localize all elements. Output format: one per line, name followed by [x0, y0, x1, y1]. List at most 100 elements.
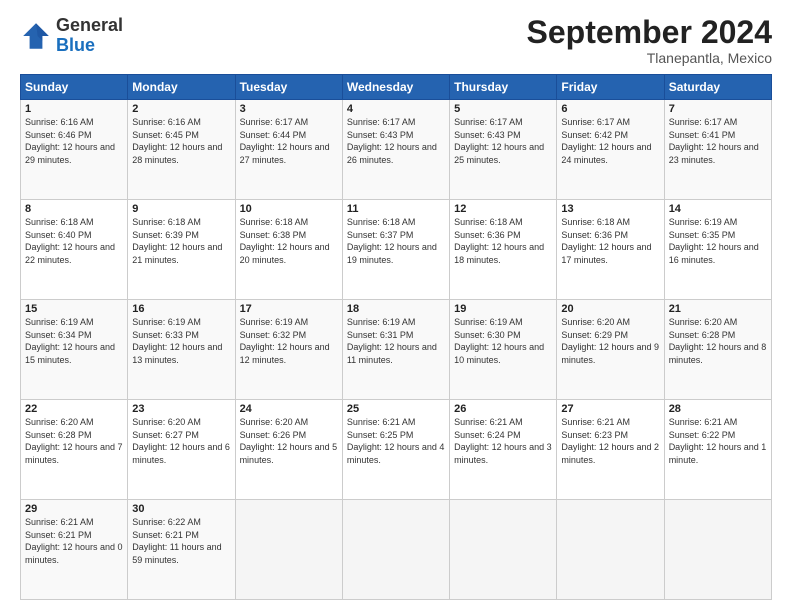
- day-detail: Sunrise: 6:18 AMSunset: 6:37 PMDaylight:…: [347, 217, 437, 265]
- day-number: 15: [25, 303, 123, 315]
- empty-cell: [342, 500, 449, 600]
- day-cell-9: 9 Sunrise: 6:18 AMSunset: 6:39 PMDayligh…: [128, 200, 235, 300]
- header: General Blue September 2024 Tlanepantla,…: [20, 16, 772, 66]
- day-cell-10: 10 Sunrise: 6:18 AMSunset: 6:38 PMDaylig…: [235, 200, 342, 300]
- day-detail: Sunrise: 6:19 AMSunset: 6:30 PMDaylight:…: [454, 317, 544, 365]
- day-number: 30: [132, 503, 230, 515]
- col-header-friday: Friday: [557, 75, 664, 100]
- logo-blue: Blue: [56, 35, 95, 55]
- day-detail: Sunrise: 6:19 AMSunset: 6:33 PMDaylight:…: [132, 317, 222, 365]
- day-number: 7: [669, 103, 767, 115]
- day-detail: Sunrise: 6:17 AMSunset: 6:44 PMDaylight:…: [240, 117, 330, 165]
- col-header-sunday: Sunday: [21, 75, 128, 100]
- logo-text: General Blue: [56, 16, 123, 56]
- empty-cell: [664, 500, 771, 600]
- header-row: SundayMondayTuesdayWednesdayThursdayFrid…: [21, 75, 772, 100]
- day-cell-5: 5 Sunrise: 6:17 AMSunset: 6:43 PMDayligh…: [450, 100, 557, 200]
- day-number: 13: [561, 203, 659, 215]
- day-number: 20: [561, 303, 659, 315]
- week-row-1: 1 Sunrise: 6:16 AMSunset: 6:46 PMDayligh…: [21, 100, 772, 200]
- day-number: 18: [347, 303, 445, 315]
- day-cell-29: 29 Sunrise: 6:21 AMSunset: 6:21 PMDaylig…: [21, 500, 128, 600]
- day-cell-28: 28 Sunrise: 6:21 AMSunset: 6:22 PMDaylig…: [664, 400, 771, 500]
- day-cell-2: 2 Sunrise: 6:16 AMSunset: 6:45 PMDayligh…: [128, 100, 235, 200]
- day-detail: Sunrise: 6:17 AMSunset: 6:43 PMDaylight:…: [454, 117, 544, 165]
- day-number: 24: [240, 403, 338, 415]
- empty-cell: [235, 500, 342, 600]
- day-cell-24: 24 Sunrise: 6:20 AMSunset: 6:26 PMDaylig…: [235, 400, 342, 500]
- day-detail: Sunrise: 6:20 AMSunset: 6:28 PMDaylight:…: [669, 317, 767, 365]
- day-cell-8: 8 Sunrise: 6:18 AMSunset: 6:40 PMDayligh…: [21, 200, 128, 300]
- col-header-tuesday: Tuesday: [235, 75, 342, 100]
- day-detail: Sunrise: 6:21 AMSunset: 6:21 PMDaylight:…: [25, 517, 123, 565]
- day-cell-21: 21 Sunrise: 6:20 AMSunset: 6:28 PMDaylig…: [664, 300, 771, 400]
- calendar-table: SundayMondayTuesdayWednesdayThursdayFrid…: [20, 74, 772, 600]
- day-number: 10: [240, 203, 338, 215]
- day-cell-3: 3 Sunrise: 6:17 AMSunset: 6:44 PMDayligh…: [235, 100, 342, 200]
- day-number: 14: [669, 203, 767, 215]
- day-detail: Sunrise: 6:21 AMSunset: 6:23 PMDaylight:…: [561, 417, 659, 465]
- day-detail: Sunrise: 6:20 AMSunset: 6:29 PMDaylight:…: [561, 317, 659, 365]
- day-number: 12: [454, 203, 552, 215]
- empty-cell: [557, 500, 664, 600]
- day-number: 11: [347, 203, 445, 215]
- day-cell-4: 4 Sunrise: 6:17 AMSunset: 6:43 PMDayligh…: [342, 100, 449, 200]
- day-number: 16: [132, 303, 230, 315]
- day-detail: Sunrise: 6:16 AMSunset: 6:46 PMDaylight:…: [25, 117, 115, 165]
- col-header-thursday: Thursday: [450, 75, 557, 100]
- day-number: 6: [561, 103, 659, 115]
- empty-cell: [450, 500, 557, 600]
- col-header-saturday: Saturday: [664, 75, 771, 100]
- col-header-monday: Monday: [128, 75, 235, 100]
- day-detail: Sunrise: 6:17 AMSunset: 6:41 PMDaylight:…: [669, 117, 759, 165]
- location: Tlanepantla, Mexico: [527, 50, 772, 66]
- day-cell-7: 7 Sunrise: 6:17 AMSunset: 6:41 PMDayligh…: [664, 100, 771, 200]
- day-detail: Sunrise: 6:20 AMSunset: 6:27 PMDaylight:…: [132, 417, 230, 465]
- day-cell-14: 14 Sunrise: 6:19 AMSunset: 6:35 PMDaylig…: [664, 200, 771, 300]
- day-number: 28: [669, 403, 767, 415]
- day-number: 27: [561, 403, 659, 415]
- day-detail: Sunrise: 6:22 AMSunset: 6:21 PMDaylight:…: [132, 517, 221, 565]
- day-number: 3: [240, 103, 338, 115]
- week-row-5: 29 Sunrise: 6:21 AMSunset: 6:21 PMDaylig…: [21, 500, 772, 600]
- day-number: 22: [25, 403, 123, 415]
- day-number: 19: [454, 303, 552, 315]
- day-number: 25: [347, 403, 445, 415]
- day-cell-25: 25 Sunrise: 6:21 AMSunset: 6:25 PMDaylig…: [342, 400, 449, 500]
- logo-general: General: [56, 15, 123, 35]
- day-detail: Sunrise: 6:17 AMSunset: 6:43 PMDaylight:…: [347, 117, 437, 165]
- day-cell-17: 17 Sunrise: 6:19 AMSunset: 6:32 PMDaylig…: [235, 300, 342, 400]
- day-cell-27: 27 Sunrise: 6:21 AMSunset: 6:23 PMDaylig…: [557, 400, 664, 500]
- logo-icon: [20, 20, 52, 52]
- day-detail: Sunrise: 6:21 AMSunset: 6:25 PMDaylight:…: [347, 417, 445, 465]
- day-number: 23: [132, 403, 230, 415]
- day-detail: Sunrise: 6:18 AMSunset: 6:36 PMDaylight:…: [561, 217, 651, 265]
- day-number: 17: [240, 303, 338, 315]
- day-cell-16: 16 Sunrise: 6:19 AMSunset: 6:33 PMDaylig…: [128, 300, 235, 400]
- day-cell-19: 19 Sunrise: 6:19 AMSunset: 6:30 PMDaylig…: [450, 300, 557, 400]
- day-detail: Sunrise: 6:20 AMSunset: 6:28 PMDaylight:…: [25, 417, 123, 465]
- day-cell-18: 18 Sunrise: 6:19 AMSunset: 6:31 PMDaylig…: [342, 300, 449, 400]
- day-detail: Sunrise: 6:16 AMSunset: 6:45 PMDaylight:…: [132, 117, 222, 165]
- day-number: 8: [25, 203, 123, 215]
- day-cell-26: 26 Sunrise: 6:21 AMSunset: 6:24 PMDaylig…: [450, 400, 557, 500]
- day-number: 5: [454, 103, 552, 115]
- day-cell-11: 11 Sunrise: 6:18 AMSunset: 6:37 PMDaylig…: [342, 200, 449, 300]
- month-title: September 2024: [527, 16, 772, 48]
- day-number: 4: [347, 103, 445, 115]
- title-area: September 2024 Tlanepantla, Mexico: [527, 16, 772, 66]
- day-cell-1: 1 Sunrise: 6:16 AMSunset: 6:46 PMDayligh…: [21, 100, 128, 200]
- day-number: 26: [454, 403, 552, 415]
- page: General Blue September 2024 Tlanepantla,…: [0, 0, 792, 612]
- day-detail: Sunrise: 6:19 AMSunset: 6:31 PMDaylight:…: [347, 317, 437, 365]
- day-number: 1: [25, 103, 123, 115]
- day-number: 2: [132, 103, 230, 115]
- day-cell-6: 6 Sunrise: 6:17 AMSunset: 6:42 PMDayligh…: [557, 100, 664, 200]
- day-detail: Sunrise: 6:18 AMSunset: 6:40 PMDaylight:…: [25, 217, 115, 265]
- day-detail: Sunrise: 6:19 AMSunset: 6:34 PMDaylight:…: [25, 317, 115, 365]
- day-detail: Sunrise: 6:21 AMSunset: 6:22 PMDaylight:…: [669, 417, 767, 465]
- logo: General Blue: [20, 16, 123, 56]
- day-detail: Sunrise: 6:17 AMSunset: 6:42 PMDaylight:…: [561, 117, 651, 165]
- day-detail: Sunrise: 6:19 AMSunset: 6:32 PMDaylight:…: [240, 317, 330, 365]
- day-number: 9: [132, 203, 230, 215]
